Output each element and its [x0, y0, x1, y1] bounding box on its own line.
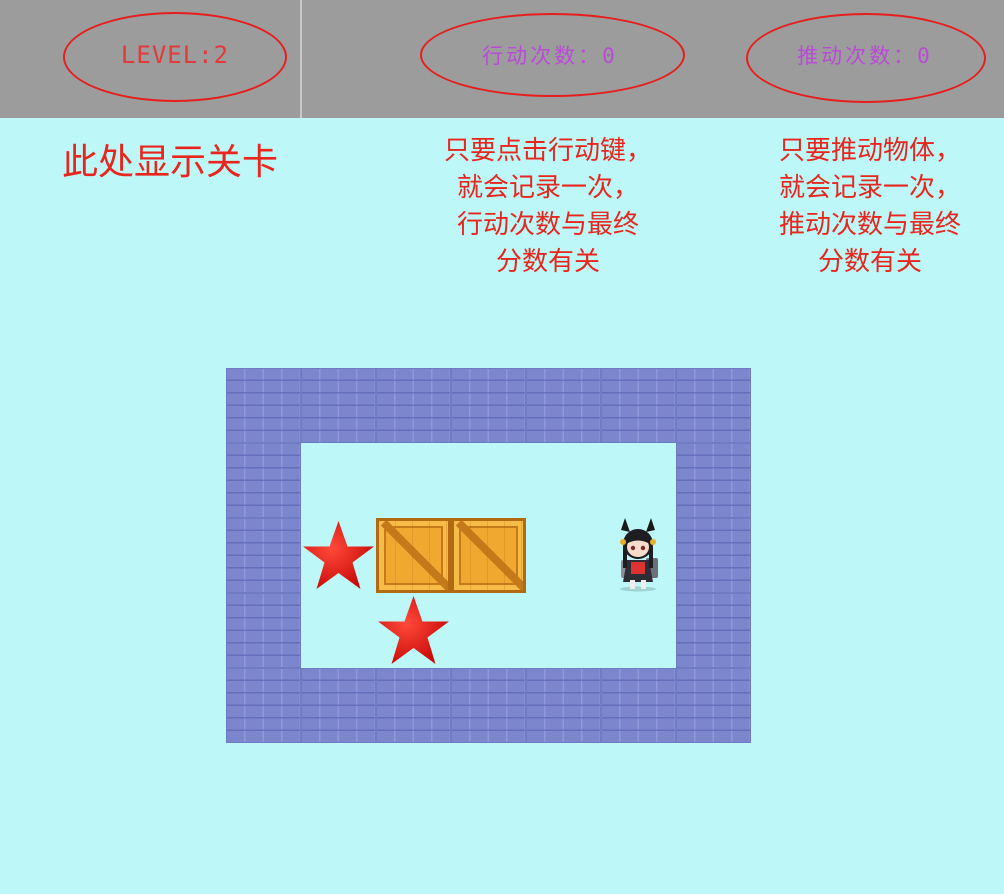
moves-annotation-line: 就会记录一次，: [456, 173, 639, 203]
moves-highlight-ring: [420, 13, 685, 97]
pushes-highlight-ring: [746, 13, 986, 103]
pushes-annotation: 只要推动物体， 就会记录一次， 推动次数与最终 分数有关: [760, 133, 980, 281]
pushes-annotation-line: 只要推动物体，: [778, 136, 961, 166]
wall-tile: [601, 668, 676, 743]
pushes-annotation-line: 分数有关: [817, 247, 922, 277]
crate-box: [376, 518, 451, 593]
status-divider: [300, 0, 302, 118]
pushes-annotation-line: 就会记录一次，: [778, 173, 961, 203]
wall-tile: [226, 443, 301, 518]
floor-tile: [451, 443, 526, 518]
floor-tile: [601, 593, 676, 668]
wall-tile: [226, 518, 301, 593]
wall-tile: [226, 593, 301, 668]
level-annotation-line: 此处显示关卡: [62, 142, 279, 183]
wall-tile: [676, 593, 751, 668]
player-character-icon: [601, 518, 676, 593]
floor-tile: [301, 443, 376, 518]
wall-tile: [376, 368, 451, 443]
wall-tile: [451, 668, 526, 743]
level-highlight-ring: [63, 12, 287, 102]
wall-tile: [676, 668, 751, 743]
wall-tile: [301, 668, 376, 743]
pushes-annotation-line: 推动次数与最终: [778, 210, 961, 240]
target-star-icon: [301, 518, 376, 593]
wall-tile: [526, 668, 601, 743]
floor-tile: [301, 518, 376, 593]
wall-tile: [226, 368, 301, 443]
floor-tile: [526, 443, 601, 518]
moves-annotation-line: 行动次数与最终: [456, 210, 639, 240]
floor-tile: [526, 518, 601, 593]
floor-tile: [376, 593, 451, 668]
wall-tile: [601, 368, 676, 443]
floor-tile: [376, 443, 451, 518]
wall-tile: [226, 668, 301, 743]
wall-tile: [676, 518, 751, 593]
wall-tile: [376, 668, 451, 743]
moves-annotation-line: 分数有关: [495, 247, 600, 277]
wall-tile: [301, 368, 376, 443]
level-annotation: 此处显示关卡: [62, 141, 278, 185]
crate-box: [451, 518, 526, 593]
floor-tile: [526, 593, 601, 668]
game-board[interactable]: [226, 368, 751, 743]
wall-tile: [676, 443, 751, 518]
wall-tile: [451, 368, 526, 443]
wall-tile: [676, 368, 751, 443]
wall-tile: [526, 368, 601, 443]
floor-tile: [451, 593, 526, 668]
target-star-icon: [376, 593, 451, 668]
moves-annotation-line: 只要点击行动键，: [443, 136, 652, 166]
floor-tile: [601, 443, 676, 518]
moves-annotation: 只要点击行动键， 就会记录一次， 行动次数与最终 分数有关: [428, 133, 668, 281]
floor-tile: [301, 593, 376, 668]
floor-tile: [601, 518, 676, 593]
